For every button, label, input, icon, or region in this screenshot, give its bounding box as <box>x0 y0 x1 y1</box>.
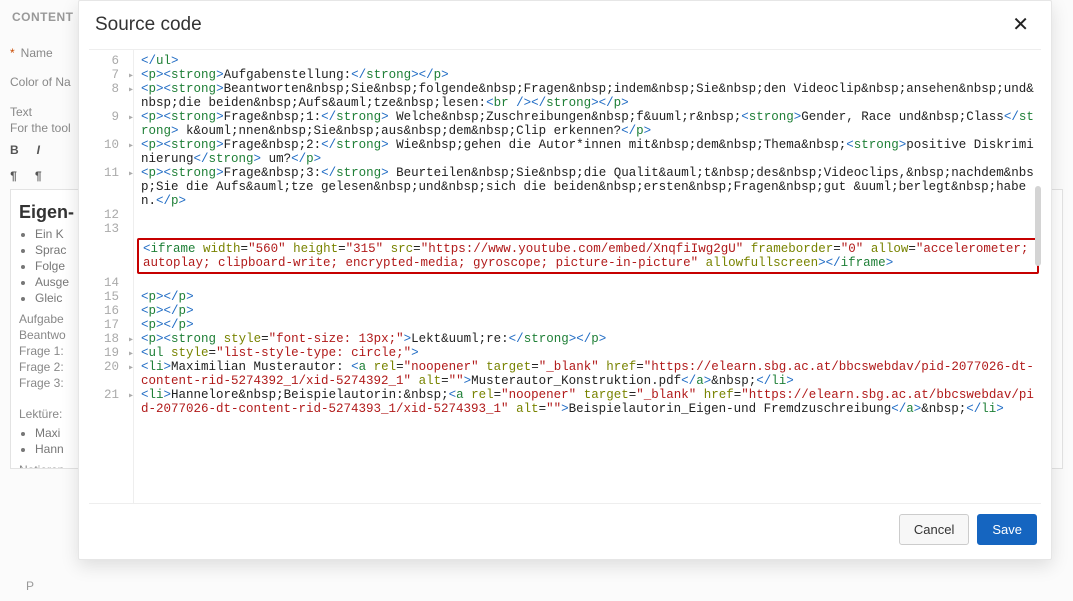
pilcrow-icon[interactable]: ¶ <box>35 169 42 183</box>
fold-marker[interactable] <box>125 54 137 56</box>
code-line[interactable]: 9▸<p><strong>Frage&nbsp;1:</strong> Welc… <box>89 110 1041 138</box>
fold-marker[interactable]: ▸ <box>125 110 137 124</box>
italic-button[interactable]: I <box>37 143 40 157</box>
line-number: 10 <box>89 138 125 152</box>
line-number: 16 <box>89 304 125 318</box>
close-button[interactable]: ✕ <box>1006 11 1035 39</box>
fold-marker[interactable] <box>125 290 137 292</box>
fold-marker[interactable] <box>125 276 137 278</box>
fold-marker[interactable]: ▸ <box>125 346 137 360</box>
code-text[interactable]: <li>Maximilian Musterautor: <a rel="noop… <box>137 360 1041 388</box>
code-text[interactable]: <iframe width="560" height="315" src="ht… <box>143 242 1033 270</box>
code-line[interactable]: 6 </ul> <box>89 54 1041 68</box>
code-line[interactable]: 17 <p></p> <box>89 318 1041 332</box>
source-code-modal: Source code ✕ 6</ul>7▸<p><strong>Aufgabe… <box>78 0 1052 560</box>
code-text[interactable]: <p></p> <box>137 304 1041 318</box>
pilcrow-icon[interactable]: ¶ <box>10 169 17 183</box>
code-line[interactable]: 19▸<ul style="list-style-type: circle;"> <box>89 346 1041 360</box>
code-line[interactable]: 7▸<p><strong>Aufgabenstellung:</strong><… <box>89 68 1041 82</box>
line-number: 19 <box>89 346 125 360</box>
line-number: 13 <box>89 222 125 236</box>
fold-marker[interactable]: ▸ <box>125 360 137 374</box>
modal-title: Source code <box>95 14 202 36</box>
code-text[interactable]: <p></p> <box>137 318 1041 332</box>
modal-header: Source code ✕ <box>79 1 1051 49</box>
code-line[interactable]: 14 <box>89 276 1041 290</box>
fold-marker[interactable]: ▸ <box>125 388 137 402</box>
highlighted-code-block[interactable]: <iframe width="560" height="315" src="ht… <box>137 238 1039 274</box>
code-text[interactable]: <li>Hannelore&nbsp;Beispielautorin:&nbsp… <box>137 388 1041 416</box>
code-text[interactable]: <p><strong>Frage&nbsp;2:</strong> Wie&nb… <box>137 138 1041 166</box>
scrollbar[interactable] <box>1033 80 1041 433</box>
save-button[interactable]: Save <box>977 514 1037 545</box>
cancel-button[interactable]: Cancel <box>899 514 969 545</box>
close-icon: ✕ <box>1012 14 1029 36</box>
code-text[interactable]: <p><strong style="font-size: 13px;">Lekt… <box>137 332 1041 346</box>
code-line[interactable]: 21▸<li>Hannelore&nbsp;Beispielautorin:&n… <box>89 388 1041 416</box>
line-number: 18 <box>89 332 125 346</box>
line-number: 8 <box>89 82 125 96</box>
code-line[interactable]: 15 <p></p> <box>89 290 1041 304</box>
code-line[interactable]: 20▸<li>Maximilian Musterautor: <a rel="n… <box>89 360 1041 388</box>
code-editor[interactable]: 6</ul>7▸<p><strong>Aufgabenstellung:</st… <box>89 49 1041 504</box>
code-line[interactable]: 11▸<p><strong>Frage&nbsp;3:</strong> Beu… <box>89 166 1041 208</box>
code-line[interactable]: 18▸<p><strong style="font-size: 13px;">L… <box>89 332 1041 346</box>
line-number: 9 <box>89 110 125 124</box>
code-line[interactable]: 8▸<p><strong>Beantworten&nbsp;Sie&nbsp;f… <box>89 82 1041 110</box>
code-text[interactable]: </ul> <box>137 54 1041 68</box>
line-number: 15 <box>89 290 125 304</box>
code-text[interactable]: <p><strong>Frage&nbsp;3:</strong> Beurte… <box>137 166 1041 208</box>
bold-button[interactable]: B <box>10 143 19 157</box>
fold-marker[interactable]: ▸ <box>125 166 137 180</box>
fold-marker[interactable]: ▸ <box>125 332 137 346</box>
fold-marker[interactable]: ▸ <box>125 82 137 96</box>
gutter-divider <box>133 50 134 503</box>
fold-marker[interactable] <box>125 222 137 224</box>
modal-footer: Cancel Save <box>79 504 1051 559</box>
required-marker: * <box>10 46 15 60</box>
code-line[interactable]: 16 <p></p> <box>89 304 1041 318</box>
line-number: 14 <box>89 276 125 290</box>
code-line[interactable]: 12 <box>89 208 1041 222</box>
fold-marker[interactable] <box>125 318 137 320</box>
line-number: 11 <box>89 166 125 180</box>
scrollbar-thumb[interactable] <box>1035 186 1041 266</box>
fold-marker[interactable]: ▸ <box>125 138 137 152</box>
code-text[interactable]: <p><strong>Beantworten&nbsp;Sie&nbsp;fol… <box>137 82 1041 110</box>
code-text[interactable]: <p><strong>Aufgabenstellung:</strong></p… <box>137 68 1041 82</box>
line-number: 21 <box>89 388 125 402</box>
code-text[interactable]: <p><strong>Frage&nbsp;1:</strong> Welche… <box>137 110 1041 138</box>
fold-marker[interactable] <box>125 208 137 210</box>
editor-path-indicator: P <box>26 579 34 593</box>
fold-marker[interactable]: ▸ <box>125 68 137 82</box>
line-number: 6 <box>89 54 125 68</box>
code-line[interactable]: 13 <box>89 222 1041 236</box>
code-line[interactable]: 10▸<p><strong>Frage&nbsp;2:</strong> Wie… <box>89 138 1041 166</box>
line-number: 20 <box>89 360 125 374</box>
name-label: Name <box>21 46 53 60</box>
code-text[interactable]: <p></p> <box>137 290 1041 304</box>
line-number: 7 <box>89 68 125 82</box>
line-number: 12 <box>89 208 125 222</box>
fold-marker[interactable] <box>125 304 137 306</box>
code-text[interactable]: <ul style="list-style-type: circle;"> <box>137 346 1041 360</box>
line-number: 17 <box>89 318 125 332</box>
